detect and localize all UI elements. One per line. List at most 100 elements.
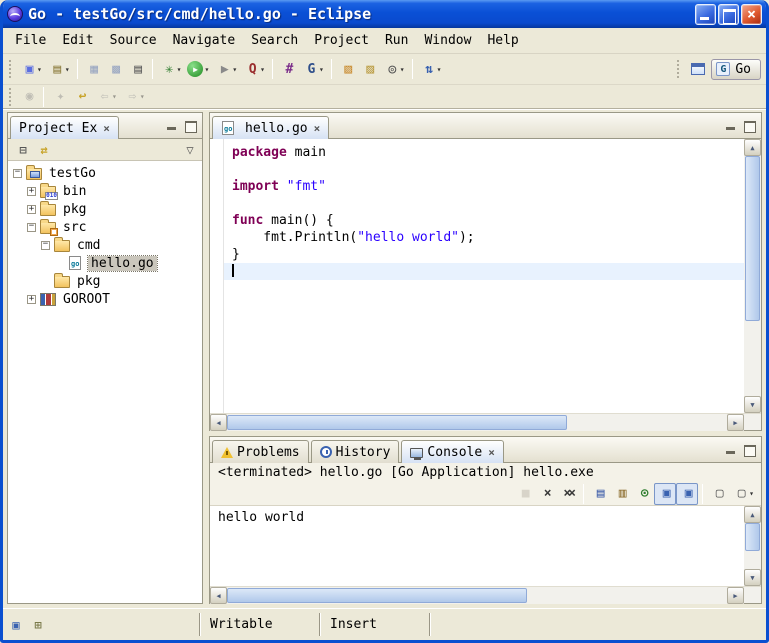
- tree-item-hello.go[interactable]: hello.go: [8, 254, 202, 272]
- tree-expander-icon[interactable]: [41, 241, 50, 250]
- last-edit-location-button[interactable]: ↩: [70, 86, 92, 108]
- tree-expander-icon[interactable]: [27, 187, 36, 196]
- menu-navigate[interactable]: Navigate: [165, 30, 244, 51]
- search-button[interactable]: ◎▾: [380, 58, 408, 80]
- maximize-view-button[interactable]: [182, 118, 200, 134]
- scroll-lock-button[interactable]: ▥: [610, 483, 632, 505]
- minimize-button[interactable]: [695, 4, 716, 25]
- clear-console-button[interactable]: ▤: [588, 483, 610, 505]
- fast-view-icon[interactable]: ▣: [7, 616, 25, 634]
- code-line-7[interactable]: }: [224, 246, 744, 263]
- scrollbar-thumb[interactable]: [745, 523, 760, 551]
- show-view-tray-icon[interactable]: ⊞: [29, 616, 47, 634]
- menu-window[interactable]: Window: [416, 30, 479, 51]
- open-perspective-button[interactable]: [688, 60, 708, 78]
- scrollbar-track[interactable]: [227, 414, 727, 431]
- print-button[interactable]: ▤: [126, 58, 148, 80]
- scroll-up-button[interactable]: [744, 139, 761, 156]
- tree-item-pkg[interactable]: pkg: [8, 200, 202, 218]
- open-console-button[interactable]: ▢▾: [729, 483, 757, 505]
- console-horizontal-scrollbar[interactable]: [210, 587, 744, 604]
- tree-expander-icon[interactable]: [13, 169, 22, 178]
- remove-launch-button[interactable]: ×: [535, 483, 557, 505]
- scrollbar-track[interactable]: [227, 587, 727, 604]
- code-line-1[interactable]: package main: [224, 144, 744, 161]
- open-resource-button[interactable]: ▨: [358, 58, 380, 80]
- menu-project[interactable]: Project: [306, 30, 377, 51]
- show-stdout-button[interactable]: ▣: [654, 483, 676, 505]
- editor-horizontal-scrollbar[interactable]: [210, 414, 744, 431]
- go-perspective-button[interactable]: G Go: [711, 59, 761, 80]
- debug-button[interactable]: ✳▾: [157, 58, 185, 80]
- tab-console[interactable]: Console: [401, 440, 503, 463]
- menu-file[interactable]: File: [7, 30, 54, 51]
- scrollbar-thumb[interactable]: [227, 415, 567, 430]
- scroll-left-button[interactable]: [210, 414, 227, 431]
- new-go-package-button[interactable]: #: [277, 58, 299, 80]
- tree-expander-icon[interactable]: [27, 223, 36, 232]
- pin-console-button[interactable]: ⊙: [632, 483, 654, 505]
- code-line-8[interactable]: [224, 263, 744, 280]
- tree-item-src[interactable]: src: [8, 218, 202, 236]
- minimize-view-button[interactable]: [162, 118, 180, 134]
- menu-search[interactable]: Search: [243, 30, 306, 51]
- view-menu-button[interactable]: ▽: [178, 139, 199, 160]
- display-selected-console-button[interactable]: ▢: [707, 483, 729, 505]
- scroll-up-button[interactable]: [744, 506, 761, 523]
- scroll-down-button[interactable]: [744, 569, 761, 586]
- open-toolbox-button[interactable]: ▧: [336, 58, 358, 80]
- new-project-button[interactable]: ▤▾: [45, 58, 73, 80]
- collapse-all-button[interactable]: ⊟: [11, 139, 32, 160]
- scrollbar-track[interactable]: [744, 156, 761, 396]
- menu-help[interactable]: Help: [479, 30, 526, 51]
- remove-all-launches-button[interactable]: ××: [557, 483, 579, 505]
- scroll-down-button[interactable]: [744, 396, 761, 413]
- tab-problems[interactable]: Problems: [212, 440, 309, 463]
- tree-item-cmd[interactable]: cmd: [8, 236, 202, 254]
- scroll-right-button[interactable]: [727, 587, 744, 604]
- titlebar[interactable]: Go - testGo/src/cmd/hello.go - Eclipse: [3, 0, 766, 28]
- tab-history[interactable]: History: [311, 440, 400, 463]
- code-line-6[interactable]: fmt.Println("hello world");: [224, 229, 744, 246]
- maximize-view-button[interactable]: [741, 118, 759, 134]
- link-with-editor-button[interactable]: ⇄: [32, 139, 53, 160]
- code-line-4[interactable]: [224, 195, 744, 212]
- show-stderr-button[interactable]: ▣: [676, 483, 698, 505]
- code-area[interactable]: package main import "fmt" func main() { fm…: [224, 139, 744, 413]
- tab-hello-go[interactable]: hello.go: [212, 116, 329, 139]
- team-sync-button[interactable]: ⇅▾: [417, 58, 445, 80]
- tree-expander-icon[interactable]: [27, 295, 36, 304]
- run-button[interactable]: ▶▾: [184, 58, 212, 80]
- console-vertical-scrollbar[interactable]: [744, 506, 761, 586]
- scrollbar-track[interactable]: [744, 523, 761, 569]
- maximize-button[interactable]: [718, 4, 739, 25]
- scroll-right-button[interactable]: [727, 414, 744, 431]
- console-output[interactable]: hello world: [210, 506, 744, 586]
- menu-run[interactable]: Run: [377, 30, 416, 51]
- tree-item-GOROOT[interactable]: GOROOT: [8, 290, 202, 308]
- scrollbar-thumb[interactable]: [745, 156, 760, 321]
- external-tools-button[interactable]: Q▾: [240, 58, 268, 80]
- menu-source[interactable]: Source: [102, 30, 165, 51]
- new-wizard-button[interactable]: ▣▾: [17, 58, 45, 80]
- minimize-view-button[interactable]: [721, 118, 739, 134]
- tab-project-explorer[interactable]: Project Ex: [10, 116, 119, 139]
- scroll-left-button[interactable]: [210, 587, 227, 604]
- close-tab-icon[interactable]: [103, 122, 110, 135]
- menu-edit[interactable]: Edit: [54, 30, 101, 51]
- close-tab-icon[interactable]: [488, 446, 495, 459]
- tree-item-testGo[interactable]: testGo: [8, 164, 202, 182]
- editor-vertical-scrollbar[interactable]: [744, 139, 761, 413]
- tree-item-pkg[interactable]: pkg: [8, 272, 202, 290]
- run-last-tool-button[interactable]: ▶▾: [212, 58, 240, 80]
- close-button[interactable]: [741, 4, 762, 25]
- code-line-3[interactable]: import "fmt": [224, 178, 744, 195]
- maximize-view-button[interactable]: [741, 442, 759, 458]
- minimize-view-button[interactable]: [721, 442, 739, 458]
- new-go-file-button[interactable]: G▾: [299, 58, 327, 80]
- tree-expander-icon[interactable]: [27, 205, 36, 214]
- tree-item-bin[interactable]: bin: [8, 182, 202, 200]
- code-line-2[interactable]: [224, 161, 744, 178]
- scrollbar-thumb[interactable]: [227, 588, 527, 603]
- code-line-5[interactable]: func main() {: [224, 212, 744, 229]
